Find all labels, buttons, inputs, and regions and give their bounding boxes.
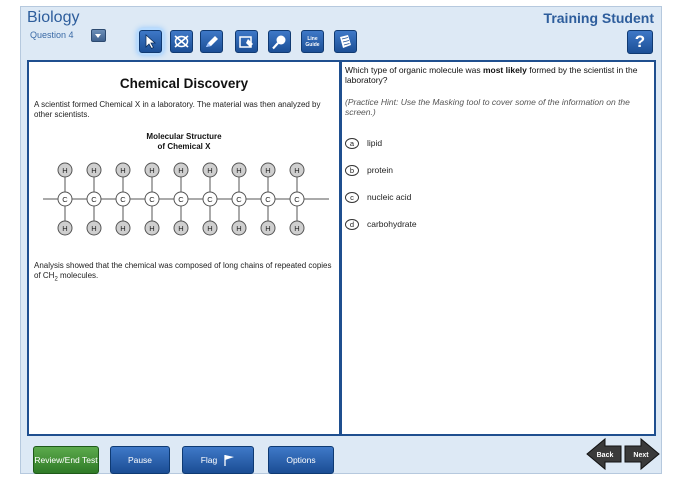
hydrogen-atom-label: H [207,224,212,233]
carbon-atom-label: C [265,195,271,204]
hydrogen-atom-label: H [62,224,67,233]
hydrogen-atom-label: H [149,224,154,233]
practice-hint: (Practice Hint: Use the Masking tool to … [345,97,630,117]
option-text: protein [367,165,393,175]
carbon-atom-label: C [91,195,97,204]
passage-intro: A scientist formed Chemical X in a labor… [34,100,321,119]
hydrogen-atom-label: H [236,224,241,233]
notepad-icon [340,34,351,48]
options-button[interactable]: Options [268,446,334,474]
hydrogen-atom-label: H [149,166,154,175]
hydrogen-atom-label: H [91,166,96,175]
hydrogen-atom-label: H [265,224,270,233]
carbon-atom-label: C [178,195,184,204]
help-button[interactable]: ? [627,30,653,54]
back-button[interactable]: Back [585,437,623,471]
pointer-tool-button[interactable] [139,30,162,53]
molecule-diagram: H C H H C H H C H H C H H C H H C H H C H H C H H C H [43,162,329,236]
question-panel: Which type of organic molecule was most … [340,60,656,436]
hydrogen-atom-label: H [178,166,183,175]
carbon-atom-label: C [207,195,213,204]
answer-option-a[interactable]: a lipid [345,136,382,150]
flag-icon [224,455,235,466]
flag-label: Flag [200,455,218,465]
hydrogen-atom-label: H [178,224,183,233]
pause-button[interactable]: Pause [110,446,170,474]
help-icon: ? [634,32,646,51]
magnifier-icon [272,35,286,49]
answer-option-c[interactable]: c nucleic acid [345,190,411,204]
highlighter-icon [206,36,218,47]
hydrogen-atom-label: H [120,166,125,175]
next-button[interactable]: Next [623,437,661,471]
option-letter-circle: b [345,164,359,176]
hydrogen-atom-label: H [294,166,299,175]
option-text: nucleic acid [367,192,412,202]
question-dropdown-button[interactable] [91,29,106,42]
eliminator-icon [174,35,189,48]
option-eliminator-tool-button[interactable] [170,30,193,53]
hydrogen-atom-label: H [120,224,125,233]
option-text: lipid [367,138,383,148]
question-stem: Which type of organic molecule was most … [345,65,638,85]
option-letter-circle: a [345,137,359,149]
passage-conclusion: Analysis showed that the chemical was co… [34,261,332,283]
hydrogen-atom-label: H [236,166,241,175]
hydrogen-atom-label: H [207,166,212,175]
passage-title: Chemical Discovery [119,76,249,91]
review-end-test-button[interactable]: Review/End Test [33,446,99,474]
student-name: Training Student [543,10,654,26]
back-label: Back [597,452,614,459]
masking-tool-button[interactable] [235,30,258,53]
hydrogen-atom-label: H [62,166,67,175]
question-number: Question 4 [30,30,74,40]
hydrogen-atom-label: H [91,224,96,233]
subject-title: Biology [27,9,80,26]
notepad-tool-button[interactable] [334,30,357,53]
carbon-atom-label: C [120,195,126,204]
mask-icon [239,36,253,48]
magnifier-tool-button[interactable] [268,30,291,53]
passage-panel: Chemical Discovery A scientist formed Ch… [27,60,341,436]
carbon-atom-label: C [294,195,300,204]
next-label: Next [633,452,649,459]
line-guide-label: Line Guide [305,35,320,48]
option-text: carbohydrate [367,219,417,229]
answer-option-b[interactable]: b protein [345,163,393,177]
carbon-atom-label: C [149,195,155,204]
pointer-icon [145,34,157,49]
line-guide-tool-button[interactable]: Line Guide [301,30,324,53]
flag-button[interactable]: Flag [182,446,254,474]
carbon-atom-label: C [236,195,242,204]
figure-title: Molecular Structure of Chemical X [146,132,222,151]
option-letter-circle: c [345,191,359,203]
highlighter-tool-button[interactable] [200,30,223,53]
hydrogen-atom-label: H [294,224,299,233]
option-letter-circle: d [345,218,359,230]
answer-option-d[interactable]: d carbohydrate [345,217,417,231]
carbon-atom-label: C [62,195,68,204]
hydrogen-atom-label: H [265,166,270,175]
